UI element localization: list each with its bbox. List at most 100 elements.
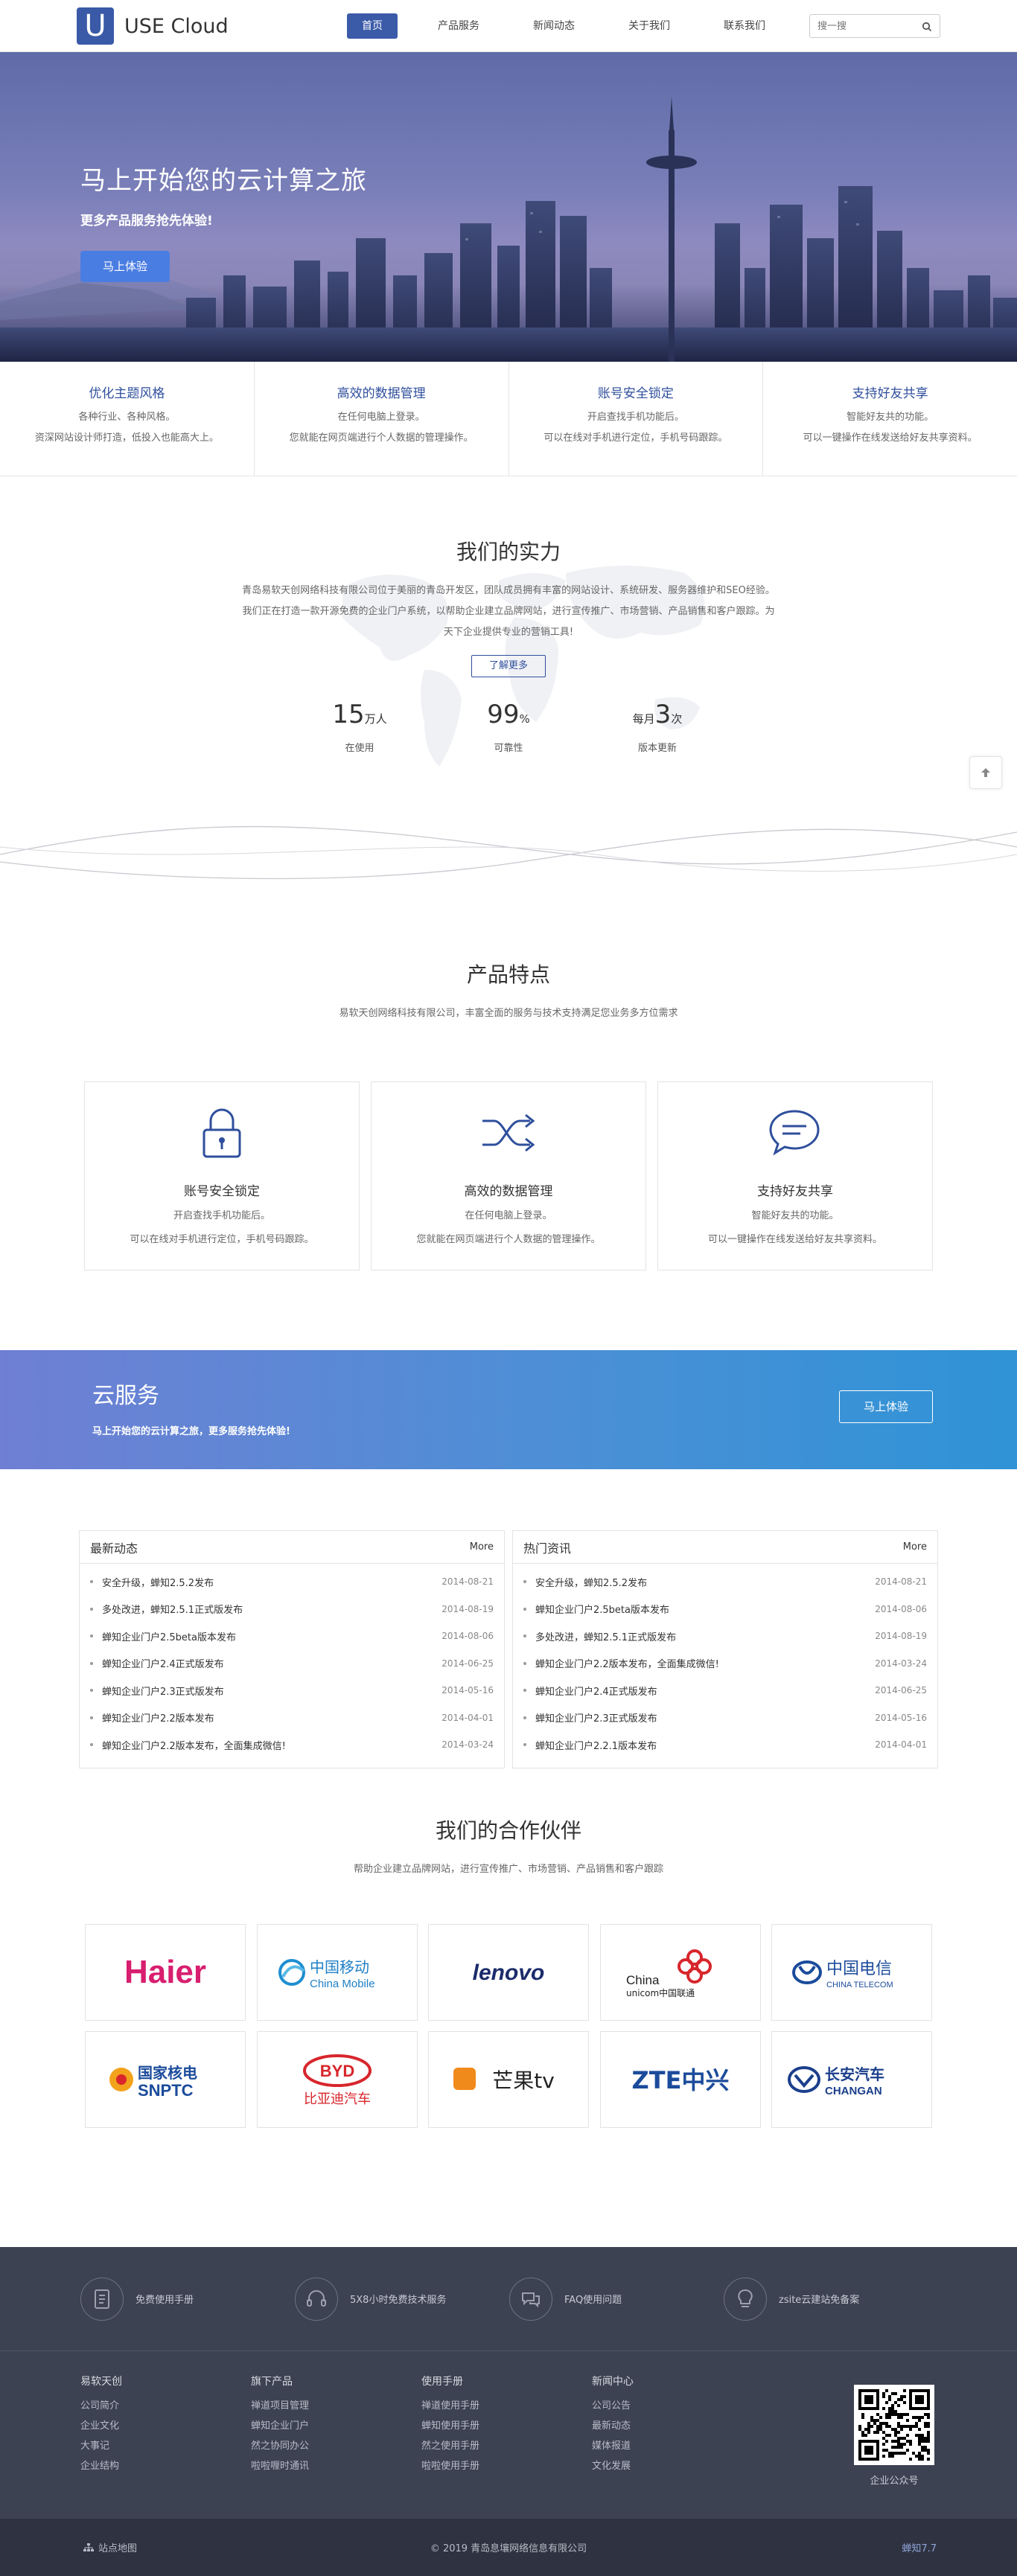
partners-subtitle: 帮助企业建立品牌网站，进行宣传推广、市场营销、产品销售和客户跟踪	[353, 1864, 663, 1875]
product-card[interactable]: 支持好友共享 智能好友共的功能。 可以一键操作在线发送给好友共享资料。	[657, 1081, 933, 1271]
footer-link[interactable]: 媒体报道	[592, 2436, 762, 2456]
footer-link[interactable]: 企业结构	[80, 2456, 251, 2476]
bullet-icon	[523, 1661, 526, 1665]
news-item[interactable]: 蝉知企业门户2.2.1版本发布 2014-04-01	[523, 1731, 927, 1759]
footer-link[interactable]: 然之协同办公	[251, 2436, 421, 2456]
qr-code-image	[854, 2385, 934, 2465]
site-header: U USE Cloud 首页 产品服务 新闻动态 关于我们 联系我们	[0, 0, 1017, 52]
feature-title[interactable]: 支持好友共享	[763, 383, 1017, 401]
logo[interactable]: U USE Cloud	[77, 7, 347, 45]
partner-logo-haier[interactable]: Haier	[85, 1924, 246, 2021]
news-item[interactable]: 多处改进，蝉知2.5.1正式版发布 2014-08-19	[523, 1623, 927, 1650]
news-item[interactable]: 蝉知企业门户2.5beta版本发布 2014-08-06	[523, 1596, 927, 1623]
partners-section: 我们的合作伙伴 帮助企业建立品牌网站，进行宣传推广、市场营销、产品销售和客户跟踪…	[0, 1813, 1017, 2247]
search-box	[809, 14, 940, 38]
search-input[interactable]	[817, 20, 922, 32]
partner-logo-mango-tv[interactable]: 芒果tv	[428, 2031, 589, 2128]
feature-desc: 可以在线对手机进行定位，手机号码跟踪。	[543, 432, 728, 444]
news-date: 2014-04-01	[875, 1739, 927, 1751]
logo-text: 比亚迪汽车	[304, 2091, 371, 2107]
footer-link[interactable]: 最新动态	[592, 2416, 762, 2436]
partner-logo-byd[interactable]: BYD 比亚迪汽车	[256, 2031, 418, 2128]
site-footer: 免费使用手册 5X8小时免费技术服务 FAQ使用问题 zsite云建站免备案 易…	[0, 2247, 1017, 2519]
feature-title[interactable]: 优化主题风格	[0, 383, 254, 401]
news-item[interactable]: 蝉知企业门户2.4正式版发布 2014-06-25	[90, 1650, 494, 1678]
news-title[interactable]: 蝉知企业门户2.4正式版发布	[535, 1684, 657, 1698]
nav-about[interactable]: 关于我们	[615, 13, 683, 39]
partner-logo-china-telecom[interactable]: 中国电信 CHINA TELECOM	[771, 1924, 932, 2021]
footer-link[interactable]: 禅道使用手册	[421, 2396, 592, 2416]
news-title[interactable]: 多处改进，蝉知2.5.1正式版发布	[102, 1602, 243, 1616]
news-title[interactable]: 蝉知企业门户2.4正式版发布	[102, 1656, 224, 1670]
news-title[interactable]: 蝉知企业门户2.3正式版发布	[535, 1710, 657, 1725]
logo-text: CHINA TELECOM	[826, 1981, 893, 1989]
news-title[interactable]: 蝉知企业门户2.2版本发布，全面集成微信!	[535, 1656, 719, 1670]
product-card[interactable]: 高效的数据管理 在任何电脑上登录。 您就能在网页端进行个人数据的管理操作。	[371, 1081, 646, 1271]
news-title[interactable]: 蝉知企业门户2.5beta版本发布	[535, 1602, 669, 1616]
news-item[interactable]: 蝉知企业门户2.2版本发布 2014-04-01	[90, 1704, 494, 1732]
nav-contact[interactable]: 联系我们	[710, 13, 779, 39]
news-item[interactable]: 蝉知企业门户2.2版本发布，全面集成微信! 2014-03-24	[523, 1650, 927, 1678]
footer-link[interactable]: 文化发展	[592, 2456, 762, 2476]
news-title[interactable]: 安全升级，蝉知2.5.2发布	[535, 1575, 647, 1589]
brand-name: USE Cloud	[124, 14, 229, 38]
nav-products[interactable]: 产品服务	[424, 13, 493, 39]
card-desc: 您就能在网页端进行个人数据的管理操作。	[416, 1234, 601, 1245]
news-title[interactable]: 蝉知企业门户2.2版本发布，全面集成微信!	[102, 1738, 286, 1752]
partner-logo-snptc[interactable]: 国家核电 SNPTC	[85, 2031, 246, 2128]
footer-link[interactable]: 大事记	[80, 2436, 251, 2456]
cloud-cta-button[interactable]: 马上体验	[839, 1390, 933, 1423]
logo-text: China	[626, 1973, 660, 1987]
feature-title[interactable]: 账号安全锁定	[509, 383, 763, 401]
news-date: 2014-06-25	[441, 1658, 494, 1669]
nav-news[interactable]: 新闻动态	[520, 13, 588, 39]
back-to-top-button[interactable]	[969, 756, 1002, 789]
footer-link[interactable]: 公司简介	[80, 2396, 251, 2416]
news-item[interactable]: 安全升级，蝉知2.5.2发布 2014-08-21	[90, 1568, 494, 1596]
news-title[interactable]: 蝉知企业门户2.2版本发布	[102, 1710, 214, 1725]
news-item[interactable]: 蝉知企业门户2.3正式版发布 2014-05-16	[523, 1704, 927, 1732]
footer-link[interactable]: 蝉知企业门户	[251, 2416, 421, 2436]
news-title[interactable]: 多处改进，蝉知2.5.1正式版发布	[535, 1629, 676, 1643]
feature-title[interactable]: 高效的数据管理	[255, 383, 508, 401]
learn-more-button[interactable]: 了解更多	[471, 655, 546, 677]
news-header: 最新动态 More	[80, 1531, 504, 1564]
partner-logo-lenovo[interactable]: lenovo	[428, 1924, 589, 2021]
news-title[interactable]: 蝉知企业门户2.3正式版发布	[102, 1684, 224, 1698]
footer-service-item[interactable]: zsite云建站免备案	[724, 2277, 938, 2321]
footer-link[interactable]: 啦啦喱时通讯	[251, 2456, 421, 2476]
news-item[interactable]: 蝉知企业门户2.3正式版发布 2014-05-16	[90, 1677, 494, 1704]
news-title[interactable]: 安全升级，蝉知2.5.2发布	[102, 1575, 214, 1589]
footer-bottom-bar: 站点地图 © 2019 青岛息壤网络信息有限公司 蝉知7.7	[0, 2519, 1017, 2576]
hero-cta-button[interactable]: 马上体验	[80, 251, 170, 282]
partner-logo-china-mobile[interactable]: 中国移动 China Mobile	[256, 1924, 418, 2021]
footer-link[interactable]: 然之使用手册	[421, 2436, 592, 2456]
news-title[interactable]: 蝉知企业门户2.5beta版本发布	[102, 1629, 236, 1643]
footer-link[interactable]: 蝉知使用手册	[421, 2416, 592, 2436]
feature-desc: 智能好友共的功能。	[847, 412, 934, 423]
partner-logo-changan[interactable]: 长安汽车 CHANGAN	[771, 2031, 932, 2128]
partner-logo-zte[interactable]: ZTE中兴	[599, 2031, 761, 2128]
footer-service-item[interactable]: 5X8小时免费技术服务	[295, 2277, 509, 2321]
logo-text: 长安汽车	[825, 2065, 884, 2083]
news-more-link[interactable]: More	[903, 1541, 927, 1553]
footer-link[interactable]: 企业文化	[80, 2416, 251, 2436]
footer-services: 免费使用手册 5X8小时免费技术服务 FAQ使用问题 zsite云建站免备案	[0, 2247, 1017, 2351]
partner-logo-china-unicom[interactable]: China unicom中国联通	[599, 1924, 761, 2021]
footer-link[interactable]: 公司公告	[592, 2396, 762, 2416]
news-item[interactable]: 多处改进，蝉知2.5.1正式版发布 2014-08-19	[90, 1596, 494, 1623]
news-item[interactable]: 蝉知企业门户2.5beta版本发布 2014-08-06	[90, 1623, 494, 1650]
news-more-link[interactable]: More	[470, 1541, 494, 1553]
nav-home[interactable]: 首页	[347, 13, 398, 39]
news-item[interactable]: 蝉知企业门户2.4正式版发布 2014-06-25	[523, 1677, 927, 1704]
news-title[interactable]: 蝉知企业门户2.2.1版本发布	[535, 1738, 657, 1752]
footer-link[interactable]: 禅道项目管理	[251, 2396, 421, 2416]
footer-service-item[interactable]: 免费使用手册	[80, 2277, 295, 2321]
news-item[interactable]: 蝉知企业门户2.2版本发布，全面集成微信! 2014-03-24	[90, 1731, 494, 1759]
footer-service-item[interactable]: FAQ使用问题	[509, 2277, 724, 2321]
footer-link[interactable]: 啦啦使用手册	[421, 2456, 592, 2476]
search-icon[interactable]	[922, 21, 932, 32]
product-card[interactable]: 账号安全锁定 开启查找手机功能后。 可以在线对手机进行定位，手机号码跟踪。	[84, 1081, 360, 1271]
version-link[interactable]: 蝉知7.7	[902, 2540, 937, 2554]
news-item[interactable]: 安全升级，蝉知2.5.2发布 2014-08-21	[523, 1568, 927, 1596]
